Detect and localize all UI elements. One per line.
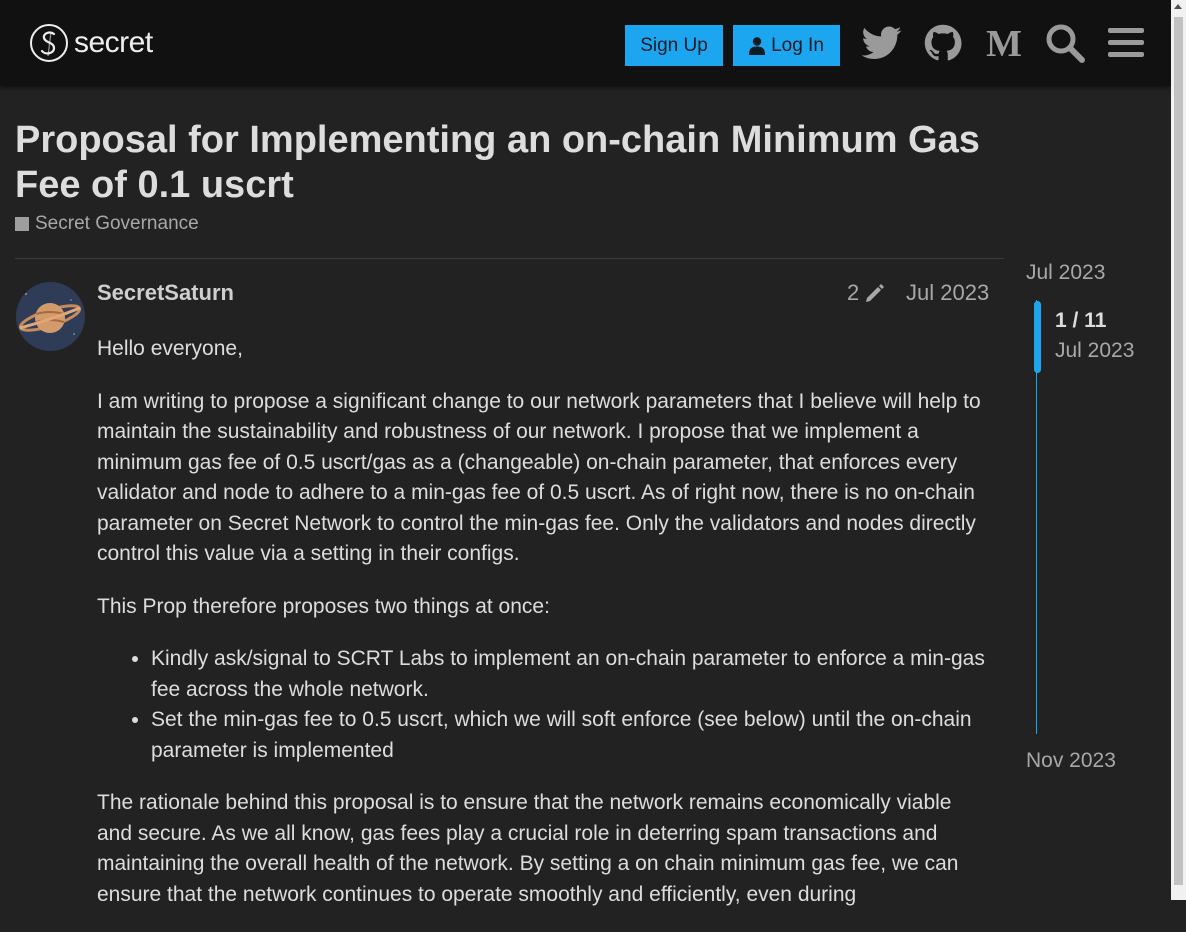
post-date[interactable]: Jul 2023 <box>906 280 989 306</box>
topic-title[interactable]: Proposal for Implementing an on-chain Mi… <box>15 118 1015 208</box>
scroll-up-arrow-icon[interactable] <box>1174 4 1182 9</box>
svg-text:M: M <box>986 26 1022 60</box>
pencil-icon <box>866 284 885 302</box>
category-badge[interactable]: Secret Governance <box>15 213 199 235</box>
site-header: secret Sign Up Log In M <box>0 0 1171 86</box>
twitter-icon[interactable] <box>860 20 904 66</box>
sign-up-button[interactable]: Sign Up <box>625 25 723 66</box>
saturn-avatar-icon <box>16 282 85 351</box>
category-color-swatch <box>15 217 29 231</box>
post-paragraph: This Prop therefore proposes two things … <box>97 594 550 618</box>
user-icon <box>749 36 766 55</box>
logo-text: secret <box>74 26 153 59</box>
site-logo[interactable]: secret <box>29 23 153 63</box>
list-item: Kindly ask/signal to SCRT Labs to implem… <box>151 644 992 705</box>
post-paragraph: Hello everyone, <box>97 337 243 360</box>
category-name: Secret Governance <box>35 213 199 234</box>
post-paragraph: The rationale behind this proposal is to… <box>97 791 959 906</box>
avatar[interactable] <box>16 282 85 351</box>
search-icon[interactable] <box>1043 20 1087 66</box>
post-paragraph: I am writing to propose a significant ch… <box>97 389 981 566</box>
page-scrollbar[interactable] <box>1171 0 1186 900</box>
timeline-handle[interactable] <box>1034 301 1041 373</box>
edit-count: 2 <box>847 280 860 305</box>
timeline-position-date: Jul 2023 <box>1055 339 1135 362</box>
timeline-position: 1 / 11 <box>1055 309 1107 332</box>
menu-icon[interactable] <box>1104 20 1148 66</box>
list-item: Set the min-gas fee to 0.5 uscrt, which … <box>151 705 992 766</box>
github-icon[interactable] <box>921 20 965 66</box>
post-username[interactable]: SecretSaturn <box>97 280 234 306</box>
scrollbar-thumb[interactable] <box>1174 17 1183 885</box>
timeline-start-date[interactable]: Jul 2023 <box>1026 261 1105 285</box>
secret-logo-icon <box>30 24 68 62</box>
medium-icon[interactable]: M <box>982 20 1026 66</box>
log-in-label: Log In <box>771 34 824 56</box>
edit-history-button[interactable]: 2 <box>847 280 886 306</box>
post-body: Hello everyone, I am writing to propose … <box>97 334 992 932</box>
timeline-end-date[interactable]: Nov 2023 <box>1026 749 1116 773</box>
topic-divider <box>15 258 1004 259</box>
log-in-button[interactable]: Log In <box>733 25 840 66</box>
proposal-list: Kindly ask/signal to SCRT Labs to implem… <box>97 644 992 766</box>
